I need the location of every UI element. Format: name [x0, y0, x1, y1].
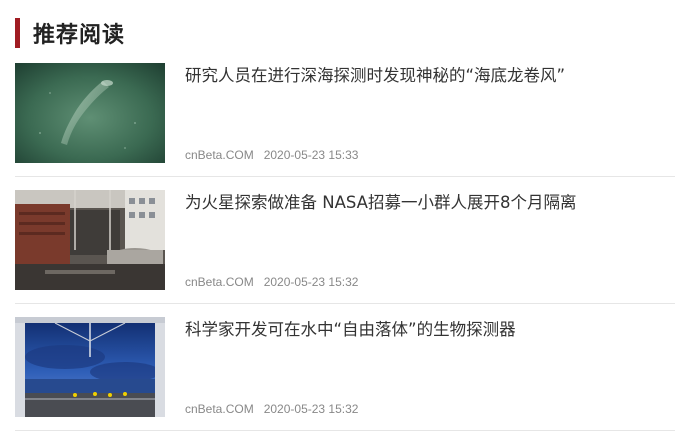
article-title-3[interactable]: 科学家开发可在水中“自由落体”的生物探测器 — [185, 317, 665, 343]
article-thumbnail-1[interactable] — [15, 63, 165, 163]
article-thumbnail-3[interactable] — [15, 317, 165, 417]
article-meta-1: cnBeta.COM 2020-05-23 15:33 — [185, 148, 358, 162]
article-source-2: cnBeta.COM — [185, 275, 254, 289]
divider-3 — [15, 430, 675, 431]
article-meta-3: cnBeta.COM 2020-05-23 15:32 — [185, 402, 358, 416]
divider-1 — [15, 176, 675, 177]
article-source-1: cnBeta.COM — [185, 148, 254, 162]
section-accent-bar — [15, 18, 20, 48]
article-title-2[interactable]: 为火星探索做准备 NASA招募一小群人展开8个月隔离 — [185, 190, 665, 216]
article-title-1[interactable]: 研究人员在进行深海探测时发现神秘的“海底龙卷风” — [185, 63, 665, 89]
article-item-3[interactable]: 科学家开发可在水中“自由落体”的生物探测器 cnBeta.COM 2020-05-… — [15, 317, 675, 417]
article-meta-2: cnBeta.COM 2020-05-23 15:32 — [185, 275, 358, 289]
article-time-1: 2020-05-23 15:33 — [263, 148, 359, 162]
article-time-2: 2020-05-23 15:32 — [263, 275, 359, 289]
article-thumbnail-2[interactable] — [15, 190, 165, 290]
article-source-3: cnBeta.COM — [185, 402, 254, 416]
section-header: 推荐阅读 — [15, 17, 125, 49]
article-item-2[interactable]: 为火星探索做准备 NASA招募一小群人展开8个月隔离 cnBeta.COM 202… — [15, 190, 675, 290]
section-title: 推荐阅读 — [33, 23, 126, 48]
article-item-1[interactable]: 研究人员在进行深海探测时发现神秘的“海底龙卷风” cnBeta.COM 2020-… — [15, 63, 675, 163]
article-time-3: 2020-05-23 15:32 — [263, 402, 359, 416]
divider-2 — [15, 303, 675, 304]
